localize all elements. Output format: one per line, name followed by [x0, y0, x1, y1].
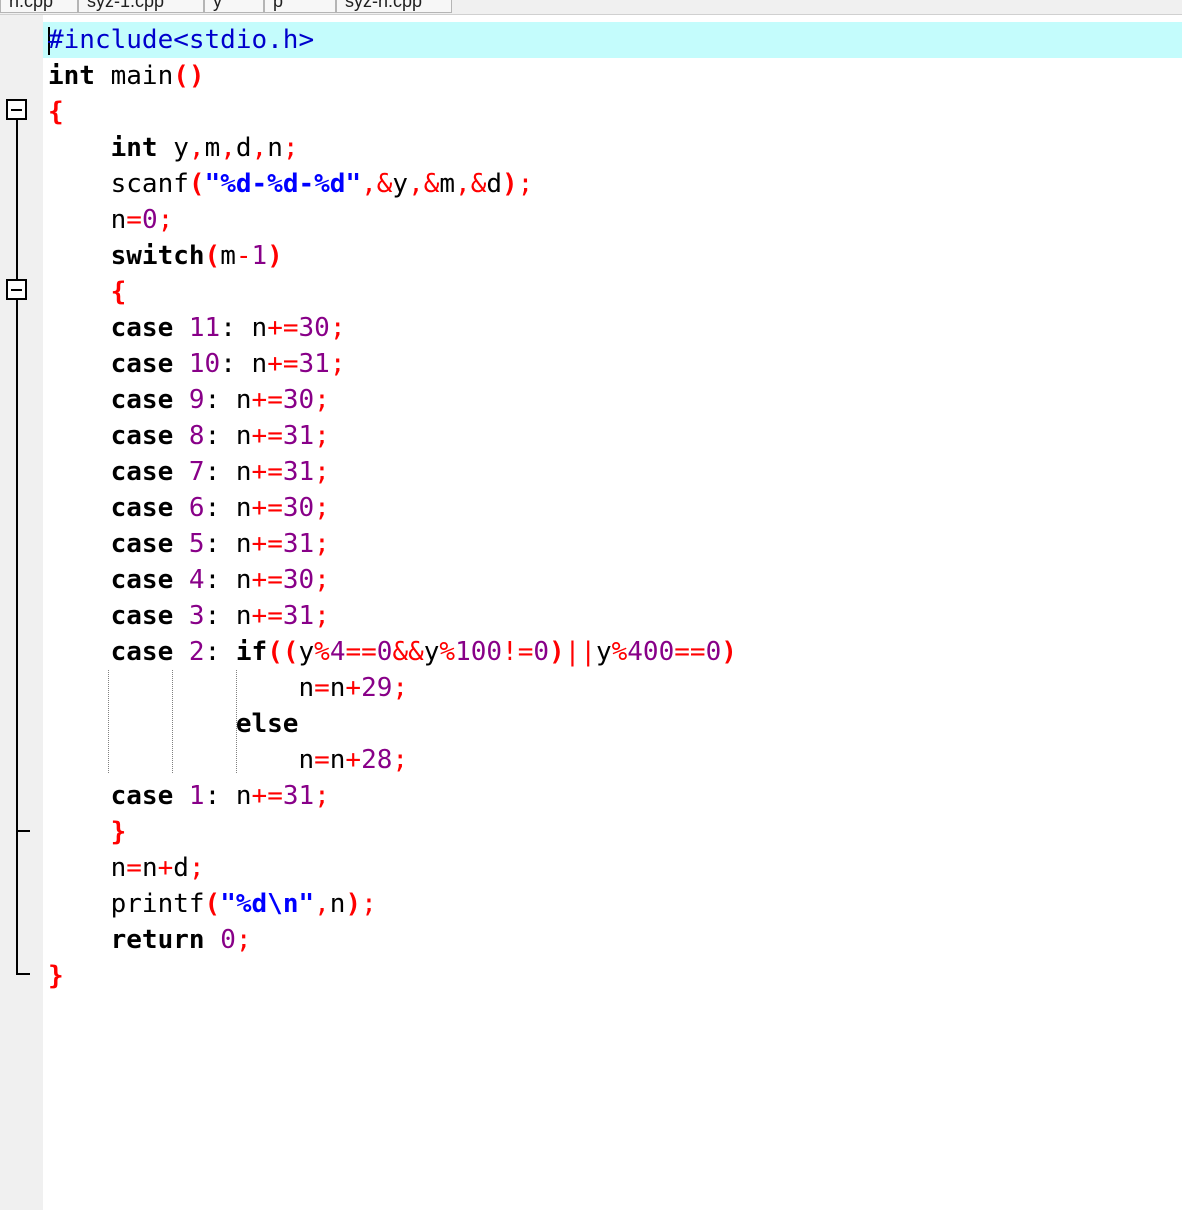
code-line-text: case 6: n+=30; — [110, 493, 330, 523]
tab-file-1[interactable]: n.cpp — [0, 0, 78, 13]
code-line[interactable]: case 5: n+=31; — [48, 526, 330, 562]
code-line-text: scanf("%d-%d-%d",&y,&m,&d); — [110, 169, 534, 199]
code-line-text: case 7: n+=31; — [110, 457, 330, 487]
code-line[interactable]: case 6: n+=30; — [48, 490, 330, 526]
code-line[interactable]: { — [48, 94, 64, 130]
code-line[interactable]: int main() — [48, 58, 205, 94]
fold-end-tick-switch — [16, 830, 30, 832]
fold-range-line-main — [16, 120, 18, 975]
tab-file-4[interactable]: p — [264, 0, 336, 13]
code-line-text: n=0; — [110, 205, 174, 235]
code-line[interactable]: n=n+29; — [48, 670, 408, 706]
tab-file-2[interactable]: syz-1.cpp — [78, 0, 204, 13]
code-line-text: case 5: n+=31; — [110, 529, 330, 559]
code-line-text: case 3: n+=31; — [110, 601, 330, 631]
code-line-text: } — [110, 817, 127, 847]
code-line[interactable]: case 4: n+=30; — [48, 562, 330, 598]
code-line[interactable]: } — [48, 958, 64, 994]
code-line[interactable]: n=0; — [48, 202, 174, 238]
code-line[interactable]: } — [48, 814, 127, 850]
fold-collapse-switch-icon[interactable] — [6, 279, 27, 300]
code-line[interactable]: case 10: n+=31; — [48, 346, 346, 382]
code-line-text: { — [110, 277, 127, 307]
code-line-text: int y,m,d,n; — [110, 133, 299, 163]
code-line-text: case 1: n+=31; — [110, 781, 330, 811]
code-line-text: switch(m-1) — [110, 241, 283, 271]
code-line-text: case 8: n+=31; — [110, 421, 330, 451]
code-line[interactable]: case 2: if((y%4==0&&y%100!=0)||y%400==0) — [48, 634, 737, 670]
code-line-text: { — [48, 97, 64, 127]
code-line-text: case 10: n+=31; — [110, 349, 346, 379]
code-line-text: case 9: n+=30; — [110, 385, 330, 415]
fold-collapse-main-icon[interactable] — [6, 99, 27, 120]
code-line-text: n=n+29; — [298, 673, 409, 703]
code-line-text: return 0; — [110, 925, 252, 955]
code-line[interactable]: case 7: n+=31; — [48, 454, 330, 490]
code-line-text: case 11: n+=30; — [110, 313, 346, 343]
code-line-text: #include<stdio.h> — [48, 25, 315, 55]
code-line[interactable]: printf("%d\n",n); — [48, 886, 377, 922]
code-line[interactable]: case 8: n+=31; — [48, 418, 330, 454]
code-line-text: } — [48, 961, 64, 991]
code-line[interactable]: case 9: n+=30; — [48, 382, 330, 418]
fold-end-tick-main — [16, 973, 30, 975]
fold-gutter — [0, 15, 43, 1210]
code-line[interactable]: n=n+d; — [48, 850, 205, 886]
code-line-text: n=n+28; — [298, 745, 409, 775]
code-line[interactable]: { — [48, 274, 127, 310]
code-line[interactable]: case 3: n+=31; — [48, 598, 330, 634]
code-line[interactable]: #include<stdio.h> — [43, 22, 1182, 58]
code-line[interactable]: int y,m,d,n; — [48, 130, 299, 166]
code-line-text: else — [235, 709, 299, 739]
tab-file-3[interactable]: y — [204, 0, 264, 13]
code-line[interactable]: switch(m-1) — [48, 238, 283, 274]
code-line-text: printf("%d\n",n); — [110, 889, 377, 919]
file-tab-bar: n.cpp syz-1.cpp y p syz-n.cpp — [0, 0, 1182, 15]
code-editor[interactable]: #include<stdio.h> int main() { int y,m,d,n… — [43, 15, 1182, 1210]
code-line-text: case 4: n+=30; — [110, 565, 330, 595]
code-line[interactable]: case 11: n+=30; — [48, 310, 346, 346]
code-line-text: int main() — [48, 61, 205, 91]
tab-file-5[interactable]: syz-n.cpp — [336, 0, 452, 13]
code-line[interactable]: scanf("%d-%d-%d",&y,&m,&d); — [48, 166, 534, 202]
code-line[interactable]: case 1: n+=31; — [48, 778, 330, 814]
code-line[interactable]: n=n+28; — [48, 742, 408, 778]
code-line[interactable]: else — [48, 706, 299, 742]
code-line-text: case 2: if((y%4==0&&y%100!=0)||y%400==0) — [110, 637, 737, 667]
code-line-text: n=n+d; — [110, 853, 205, 883]
code-line[interactable]: return 0; — [48, 922, 252, 958]
